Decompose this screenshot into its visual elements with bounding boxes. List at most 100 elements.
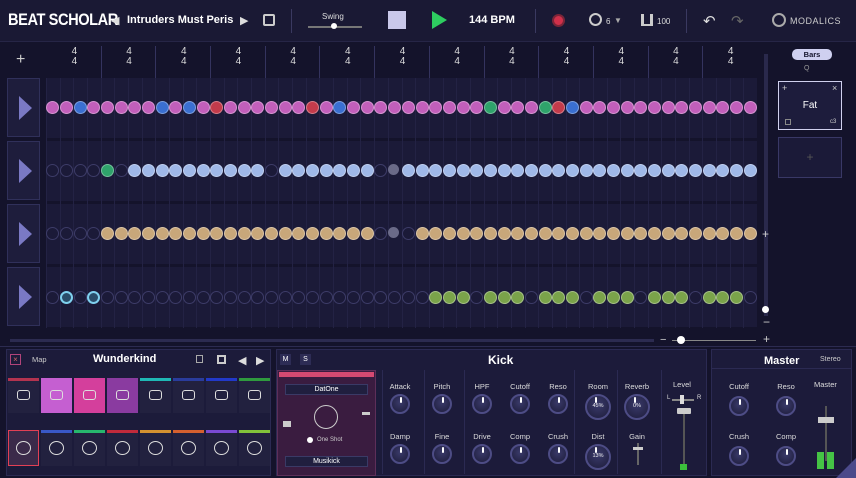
step-note[interactable] xyxy=(579,226,593,240)
step-note[interactable] xyxy=(743,163,757,177)
undo-icon[interactable]: ↶ xyxy=(703,12,716,30)
step-note[interactable] xyxy=(360,163,374,177)
step-note[interactable] xyxy=(456,163,470,177)
step-note[interactable] xyxy=(210,226,224,240)
step-note[interactable] xyxy=(278,100,292,114)
step-note[interactable] xyxy=(620,290,634,304)
step-note[interactable] xyxy=(401,100,415,114)
step-note[interactable] xyxy=(429,100,443,114)
step-note[interactable] xyxy=(456,100,470,114)
step-note[interactable] xyxy=(593,290,607,304)
prev-song-icon[interactable]: ◀ xyxy=(111,14,119,27)
step-note[interactable] xyxy=(702,290,716,304)
knob-crush[interactable] xyxy=(548,444,568,464)
step-note[interactable] xyxy=(114,290,128,304)
bar-time-signature[interactable]: 44 xyxy=(507,47,517,67)
step-note[interactable] xyxy=(278,226,292,240)
step-note[interactable] xyxy=(196,100,210,114)
bar-time-signature[interactable]: 44 xyxy=(616,47,626,67)
step-note[interactable] xyxy=(743,226,757,240)
step-note[interactable] xyxy=(415,100,429,114)
step-note[interactable] xyxy=(388,163,400,175)
knob-attack[interactable] xyxy=(390,394,410,414)
kit-save-icon[interactable] xyxy=(217,355,226,364)
step-note[interactable] xyxy=(237,226,251,240)
step-note[interactable] xyxy=(101,226,115,240)
step-note[interactable] xyxy=(661,226,675,240)
folder-icon[interactable] xyxy=(283,421,291,427)
step-note[interactable] xyxy=(429,226,443,240)
step-note[interactable] xyxy=(169,163,183,177)
bar-time-signature[interactable]: 44 xyxy=(179,47,189,67)
pattern-add-icon[interactable]: + xyxy=(782,83,787,93)
step-note[interactable] xyxy=(101,290,115,304)
lock-icon[interactable] xyxy=(196,355,203,363)
master-fader-thumb[interactable] xyxy=(818,417,834,423)
step-note[interactable] xyxy=(292,290,306,304)
knob-drive[interactable] xyxy=(472,444,492,464)
step-note[interactable] xyxy=(169,100,183,114)
resize-corner[interactable] xyxy=(836,458,856,478)
step-note[interactable] xyxy=(647,100,661,114)
bpm-display[interactable]: 144 BPM xyxy=(469,14,515,26)
step-note[interactable] xyxy=(675,290,689,304)
step-note[interactable] xyxy=(647,163,661,177)
step-note[interactable] xyxy=(565,163,579,177)
step-note[interactable] xyxy=(183,100,197,114)
step-note[interactable] xyxy=(333,290,347,304)
step-note[interactable] xyxy=(688,290,702,304)
lane-expand-button[interactable] xyxy=(7,204,40,263)
step-note[interactable] xyxy=(210,163,224,177)
step-note[interactable] xyxy=(360,100,374,114)
step-note[interactable] xyxy=(565,290,579,304)
step-note[interactable] xyxy=(73,290,87,304)
step-note[interactable] xyxy=(470,100,484,114)
step-note[interactable] xyxy=(429,290,443,304)
step-note[interactable] xyxy=(511,226,525,240)
step-note[interactable] xyxy=(579,100,593,114)
sample-preview-icon[interactable] xyxy=(314,405,338,429)
step-note[interactable] xyxy=(593,100,607,114)
metronome-icon[interactable] xyxy=(589,13,602,26)
step-note[interactable] xyxy=(470,290,484,304)
step-note[interactable] xyxy=(142,163,156,177)
step-note[interactable] xyxy=(661,290,675,304)
step-note[interactable] xyxy=(702,163,716,177)
step-note[interactable] xyxy=(716,226,730,240)
step-note[interactable] xyxy=(224,226,238,240)
bars-button[interactable]: Bars xyxy=(792,49,832,60)
step-note[interactable] xyxy=(511,163,525,177)
step-note[interactable] xyxy=(647,290,661,304)
step-note[interactable] xyxy=(729,163,743,177)
step-note[interactable] xyxy=(552,290,566,304)
step-note[interactable] xyxy=(483,226,497,240)
step-note[interactable] xyxy=(265,100,279,114)
step-note[interactable] xyxy=(347,226,361,240)
step-note[interactable] xyxy=(142,226,156,240)
oneshot-toggle[interactable] xyxy=(307,437,313,443)
step-note[interactable] xyxy=(579,290,593,304)
knob-reso[interactable] xyxy=(548,394,568,414)
step-note[interactable] xyxy=(470,226,484,240)
step-note[interactable] xyxy=(401,290,415,304)
step-note[interactable] xyxy=(388,226,400,238)
step-note[interactable] xyxy=(196,290,210,304)
step-note[interactable] xyxy=(128,163,142,177)
step-note[interactable] xyxy=(46,290,60,304)
zoom-minus-icon[interactable]: − xyxy=(660,334,666,346)
step-note[interactable] xyxy=(702,100,716,114)
step-note[interactable] xyxy=(183,226,197,240)
step-note[interactable] xyxy=(60,100,73,114)
zoom-out-icon[interactable]: − xyxy=(763,315,770,329)
record-button[interactable] xyxy=(552,14,565,27)
gain-thumb[interactable] xyxy=(633,447,643,450)
step-note[interactable] xyxy=(675,226,689,240)
pattern-close-icon[interactable]: × xyxy=(832,83,837,93)
knob-comp[interactable] xyxy=(510,444,530,464)
step-note[interactable] xyxy=(155,226,169,240)
step-note[interactable] xyxy=(688,100,702,114)
lane-expand-button[interactable] xyxy=(7,78,40,137)
step-note[interactable] xyxy=(661,100,675,114)
add-bar-icon[interactable]: + xyxy=(16,51,25,69)
step-note[interactable] xyxy=(306,290,320,304)
